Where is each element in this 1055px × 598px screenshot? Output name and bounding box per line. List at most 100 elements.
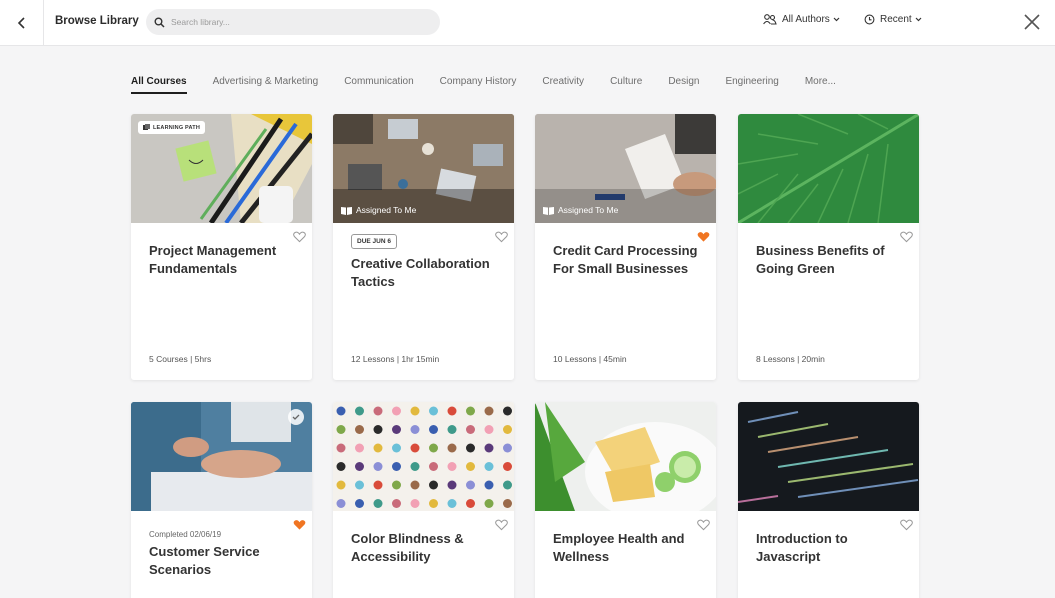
decorative-dot xyxy=(336,480,346,490)
card-title: Introduction to Javascript xyxy=(756,531,848,564)
search-bar[interactable] xyxy=(146,9,440,35)
decorative-dot xyxy=(503,443,512,453)
authors-filter[interactable]: All Authors xyxy=(763,14,840,25)
decorative-dot xyxy=(336,499,346,508)
learning-path-badge: LEARNING PATH xyxy=(138,121,206,134)
decorative-dot xyxy=(392,462,401,471)
recent-filter[interactable]: Recent xyxy=(864,14,922,25)
card-title: Color Blindness & Accessibility xyxy=(351,531,464,564)
card-meta: 12 Lessons | 1hr 15min xyxy=(351,354,440,364)
card-meta: 10 Lessons | 45min xyxy=(553,354,627,364)
decorative-dot xyxy=(355,499,364,508)
page-title: Browse Library xyxy=(55,15,139,27)
course-card[interactable]: Business Benefits of Going Green 8 Lesso… xyxy=(738,114,919,380)
decorative-dot xyxy=(373,462,383,471)
course-card[interactable]: Color Blindness & Accessibility xyxy=(333,402,514,598)
back-button[interactable] xyxy=(0,0,44,46)
heart-icon[interactable] xyxy=(900,519,913,531)
authors-filter-label: All Authors xyxy=(782,14,830,25)
tab-culture[interactable]: Culture xyxy=(610,76,642,94)
decorative-dot xyxy=(355,462,364,471)
decorative-dot xyxy=(503,462,512,471)
people-icon xyxy=(763,14,777,25)
decorative-dot xyxy=(392,443,401,453)
decorative-dot xyxy=(466,462,475,471)
card-thumbnail xyxy=(535,402,716,511)
search-input[interactable] xyxy=(171,17,421,27)
course-card[interactable]: Assigned To Me Credit Card Processing Fo… xyxy=(535,114,716,380)
card-meta: 5 Courses | 5hrs xyxy=(149,354,212,364)
heart-icon[interactable] xyxy=(293,231,306,243)
clock-icon xyxy=(864,14,875,25)
chevron-down-icon xyxy=(833,17,840,22)
decorative-dot xyxy=(503,406,512,416)
course-card[interactable]: LEARNING PATH Project Management Fundame… xyxy=(131,114,312,380)
decorative-dot xyxy=(447,462,457,471)
decorative-dot xyxy=(429,425,438,434)
decorative-dot xyxy=(410,443,420,453)
decorative-dot xyxy=(429,462,438,471)
tab-design[interactable]: Design xyxy=(668,76,699,94)
chevron-down-icon xyxy=(915,17,922,22)
heart-icon[interactable] xyxy=(293,519,306,531)
decorative-dot xyxy=(373,443,383,453)
decorative-dot xyxy=(484,443,494,453)
card-thumbnail: LEARNING PATH xyxy=(131,114,312,223)
decorative-dot xyxy=(484,480,494,490)
decorative-dot xyxy=(447,443,457,453)
card-title: Project Management Fundamentals xyxy=(149,243,277,276)
card-thumbnail xyxy=(738,114,919,223)
course-card[interactable]: Completed 02/06/19 Customer Service Scen… xyxy=(131,402,312,598)
check-icon xyxy=(292,414,300,420)
decorative-dot xyxy=(466,443,475,453)
recent-filter-label: Recent xyxy=(880,14,912,25)
decorative-dot xyxy=(429,443,438,453)
completed-check xyxy=(288,409,304,425)
tab-more[interactable]: More... xyxy=(805,76,836,94)
decorative-dot xyxy=(373,425,383,434)
decorative-dot xyxy=(355,480,364,490)
card-meta: 8 Lessons | 20min xyxy=(756,354,825,364)
tab-company-history[interactable]: Company History xyxy=(440,76,517,94)
decorative-dot xyxy=(336,425,346,434)
decorative-dot xyxy=(373,480,383,490)
card-title: Business Benefits of Going Green xyxy=(756,243,885,276)
due-badge: DUE JUN 6 xyxy=(351,234,397,249)
decorative-dot xyxy=(373,499,383,508)
decorative-dot xyxy=(336,406,346,416)
tab-all-courses[interactable]: All Courses xyxy=(131,76,187,94)
course-card[interactable]: Assigned To Me DUE JUN 6 Creative Collab… xyxy=(333,114,514,380)
decorative-dot xyxy=(466,480,475,490)
tab-advertising-marketing[interactable]: Advertising & Marketing xyxy=(213,76,319,94)
decorative-dot xyxy=(392,499,401,508)
decorative-dot xyxy=(355,406,364,416)
card-thumbnail xyxy=(738,402,919,511)
decorative-dot xyxy=(429,499,438,508)
search-icon xyxy=(154,17,165,28)
decorative-dot xyxy=(447,406,457,416)
decorative-dot xyxy=(336,443,346,453)
decorative-dot xyxy=(355,425,364,434)
decorative-dot xyxy=(429,406,438,416)
close-icon[interactable] xyxy=(1022,12,1042,32)
decorative-dot xyxy=(484,499,494,508)
assigned-label: Assigned To Me xyxy=(543,205,618,215)
tab-creativity[interactable]: Creativity xyxy=(542,76,584,94)
course-card[interactable]: Introduction to Javascript xyxy=(738,402,919,598)
tab-communication[interactable]: Communication xyxy=(344,76,413,94)
decorative-dot xyxy=(410,499,420,508)
card-title: Credit Card Processing For Small Busines… xyxy=(553,243,698,276)
decorative-dot xyxy=(373,406,383,416)
heart-icon[interactable] xyxy=(495,519,508,531)
card-title: Creative Collaboration Tactics xyxy=(351,256,490,289)
course-card[interactable]: Employee Health and Wellness xyxy=(535,402,716,598)
assigned-label: Assigned To Me xyxy=(341,205,416,215)
heart-icon[interactable] xyxy=(495,231,508,243)
decorative-dot xyxy=(336,462,346,471)
decorative-dot xyxy=(392,480,401,490)
decorative-dot xyxy=(484,462,494,471)
book-icon xyxy=(341,206,352,215)
decorative-dot xyxy=(503,480,512,490)
tab-engineering[interactable]: Engineering xyxy=(725,76,778,94)
chevron-left-icon xyxy=(17,17,25,29)
